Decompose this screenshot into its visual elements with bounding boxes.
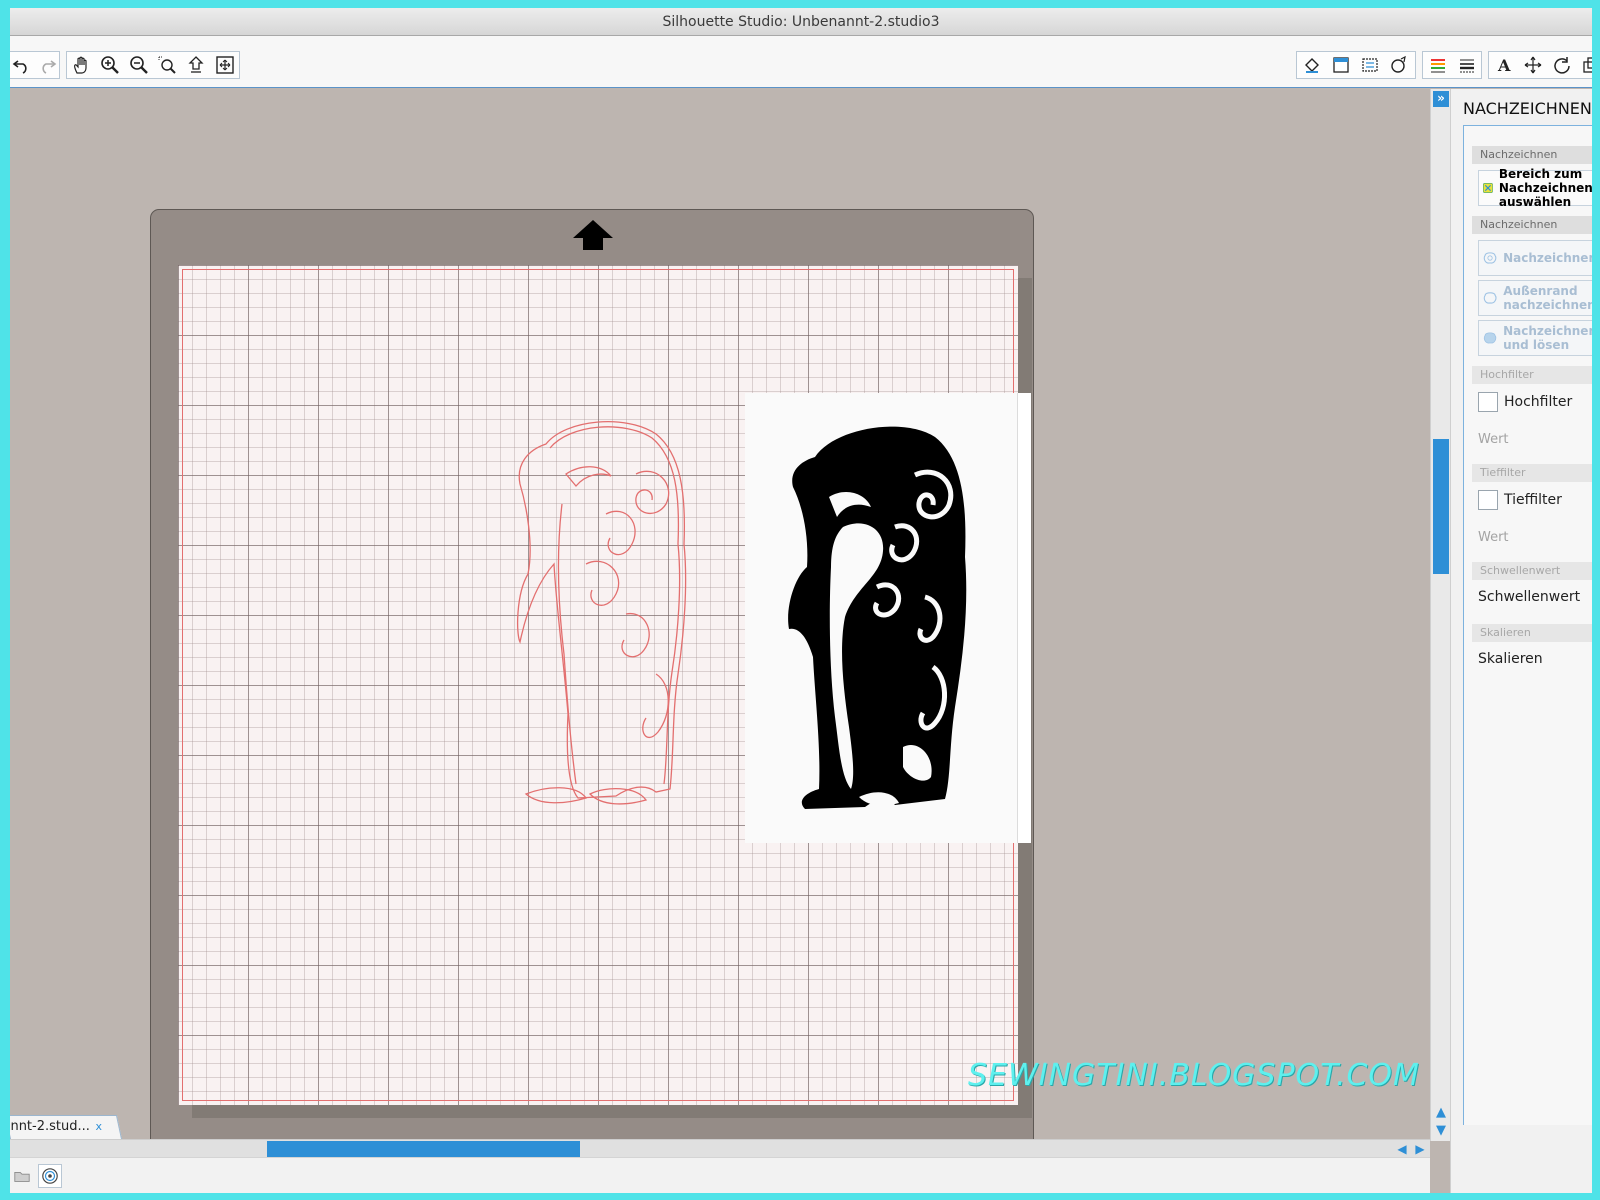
page-tools-group [1296,51,1416,79]
window-title: Silhouette Studio: Unbenannt-2.studio3 [10,8,1592,36]
select-trace-area-label: Bereich zum Nachzeichnen auswählen [1498,167,1592,209]
undo-icon[interactable] [10,52,34,78]
high-pass-checkbox[interactable] [1478,392,1498,412]
cut-settings-icon[interactable] [1355,52,1384,78]
pin-align-icon[interactable] [1518,52,1547,78]
hand-pan-icon[interactable] [67,52,96,78]
application-window: Silhouette Studio: Unbenannt-2.studio3 A… [10,8,1592,1193]
low-pass-row[interactable]: Tieffilter [1478,490,1562,510]
panel-toggle-icon[interactable]: » [1433,91,1449,107]
horizontal-scroll-thumb[interactable] [267,1141,580,1157]
document-tab-label: nnt-2.stud... [10,1119,90,1134]
trace-detach-button[interactable]: Nachzeichnen und lösen [1478,320,1592,356]
high-pass-row[interactable]: Hochfilter [1478,392,1572,412]
trace-panel-body: Nachzeichnen Bereich zum Nachzeichnen au… [1463,125,1592,1125]
line-color-icon[interactable] [1423,52,1452,78]
outer-edge-button[interactable]: Außenrand nachzeichnen [1478,280,1592,316]
section-high-pass: Hochfilter [1472,366,1592,384]
traced-penguin-outline[interactable] [506,414,706,814]
threshold-label: Schwellenwert [1478,589,1581,605]
low-pass-checkbox[interactable] [1478,490,1498,510]
bottom-bar: nnt-2.stud... x ◀ ▶ [10,1115,1430,1193]
outer-edge-icon [1483,292,1497,304]
high-pass-value-label: Wert [1478,432,1509,447]
low-pass-value-label: Wert [1478,530,1509,545]
view-tools-group [66,51,240,79]
high-pass-label: Hochfilter [1504,394,1573,410]
svg-text:A: A [1497,56,1511,75]
horizontal-scrollbar[interactable]: ◀ ▶ [10,1139,1430,1157]
drag-zoom-icon[interactable] [182,52,211,78]
trace-label: Nachzeichnen [1503,251,1592,265]
design-canvas[interactable] [10,89,1410,1149]
text-icon[interactable]: A [1489,52,1518,78]
zoom-out-icon[interactable] [124,52,153,78]
feed-direction-arrow-icon [573,220,613,250]
scale-label: Skalieren [1478,651,1543,667]
penguin-image [788,426,967,809]
zoom-in-icon[interactable] [96,52,125,78]
image-edge [1017,393,1031,843]
scroll-right-icon[interactable]: ▶ [1412,1140,1428,1158]
document-tab[interactable]: nnt-2.stud... x [10,1115,122,1139]
scroll-down-icon[interactable]: ▼ [1433,1123,1449,1139]
target-icon[interactable] [38,1164,62,1188]
trace-detach-icon [1483,332,1497,344]
trace-icon [1483,252,1497,264]
transform-icon[interactable] [1576,52,1592,78]
trace-button[interactable]: Nachzeichnen [1478,240,1592,276]
zoom-select-icon[interactable] [153,52,182,78]
select-trace-area-button[interactable]: Bereich zum Nachzeichnen auswählen [1478,167,1592,209]
redo-icon[interactable] [34,52,59,78]
select-area-icon [1483,183,1493,193]
section-scale: Skalieren [1472,624,1592,642]
vertical-scrollbar[interactable]: » ▲ ▼ [1430,89,1450,1141]
line-style-icon[interactable] [1452,52,1481,78]
outer-edge-label: Außenrand nachzeichnen [1503,284,1592,312]
section-threshold: Schwellenwert [1472,562,1592,580]
object-tools-group: A [1488,51,1592,79]
line-tools-group [1422,51,1482,79]
scroll-left-icon[interactable]: ◀ [1394,1140,1410,1158]
scroll-up-icon[interactable]: ▲ [1433,1105,1449,1121]
fit-to-page-icon[interactable] [210,52,239,78]
section-trace-area: Nachzeichnen [1472,146,1592,164]
rotate-icon[interactable] [1547,52,1576,78]
undo-redo-group [10,51,60,79]
blog-watermark: SEWINGTINI.BLOGSPOT.COM [968,1058,1420,1093]
trace-panel: NACHZEICHNEN Nachzeichnen Bereich zum Na… [1450,89,1592,1193]
fill-bucket-icon[interactable] [1297,52,1326,78]
main-toolbar: A [10,36,1592,88]
status-bar [10,1157,1430,1193]
panel-title: NACHZEICHNEN [1463,99,1592,118]
close-tab-icon[interactable]: x [96,1116,103,1138]
open-folder-icon[interactable] [10,1164,34,1188]
vertical-scroll-thumb[interactable] [1433,439,1449,574]
page-setup-icon[interactable] [1326,52,1355,78]
section-low-pass: Tieffilter [1472,464,1592,482]
low-pass-label: Tieffilter [1504,492,1562,508]
section-trace: Nachzeichnen [1472,216,1592,234]
trace-detach-label: Nachzeichnen und lösen [1503,324,1592,352]
pen-shape-icon[interactable] [1384,52,1413,78]
